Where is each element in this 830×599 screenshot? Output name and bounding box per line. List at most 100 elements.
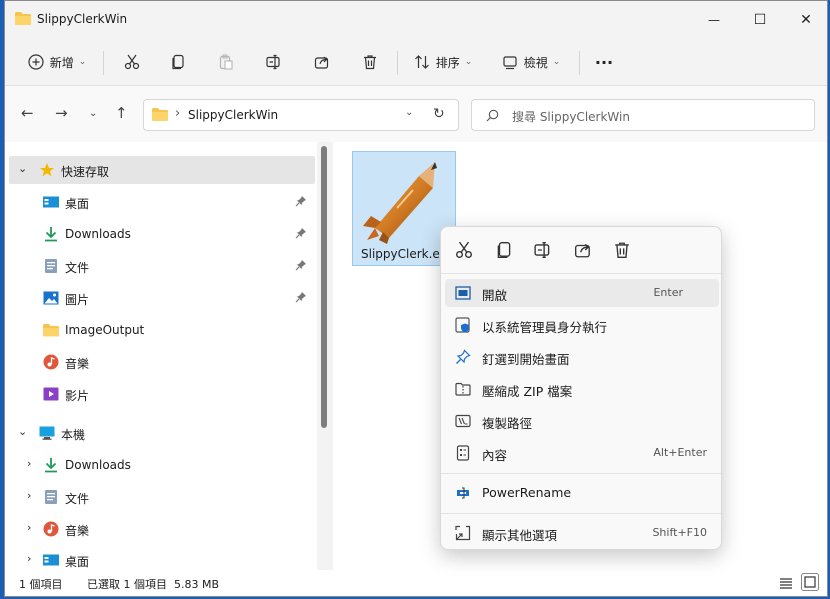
navigation-pane: ⌄ 快速存取 桌面 Downloads 文件 圖片 ImageOutput 音樂…: [5, 142, 317, 570]
menu-item-properties[interactable]: 內容 Alt+Enter: [445, 439, 719, 467]
pin-icon[interactable]: [295, 227, 307, 239]
rename-icon[interactable]: [534, 241, 552, 259]
menu-item-pin-to-start[interactable]: 釘選到開始畫面: [445, 343, 719, 371]
sidebar-item-imageoutput[interactable]: ImageOutput: [9, 316, 315, 344]
tiles-view-icon[interactable]: [801, 573, 819, 591]
menu-item-powerrename[interactable]: PowerRename: [445, 479, 719, 507]
new-button[interactable]: 新增 ⌄: [21, 47, 93, 77]
new-plus-icon: [28, 54, 44, 70]
sidebar-item-pc-documents[interactable]: › 文件: [9, 483, 315, 511]
sidebar-item-pc-music[interactable]: › 音樂: [9, 515, 315, 543]
delete-icon[interactable]: [613, 241, 631, 259]
share-button[interactable]: [307, 47, 337, 77]
breadcrumb-folder[interactable]: SlippyClerkWin: [188, 108, 278, 122]
close-button[interactable]: ✕: [783, 1, 827, 39]
back-button[interactable]: ←: [21, 104, 34, 122]
menu-item-label: 複製路徑: [482, 416, 533, 431]
menu-item-show-more-options[interactable]: 顯示其他選項 Shift+F10: [445, 519, 719, 547]
minimize-button[interactable]: —: [691, 1, 737, 39]
sort-button[interactable]: 排序 ⌄: [407, 47, 479, 77]
menu-item-run-as-admin[interactable]: 以系統管理員身分執行: [445, 311, 719, 339]
sidebar-item-downloads[interactable]: Downloads: [9, 220, 315, 248]
documents-icon: [45, 490, 57, 504]
star-icon: [40, 163, 54, 177]
menu-item-label: 開啟: [482, 288, 508, 303]
pin-icon[interactable]: [295, 291, 307, 303]
refresh-icon[interactable]: ↻: [433, 106, 445, 122]
view-icon: [503, 56, 517, 70]
details-view-icon[interactable]: [779, 576, 793, 590]
breadcrumb-separator: ›: [175, 106, 181, 121]
divider: [579, 51, 580, 75]
more-icon: ···: [594, 52, 614, 72]
open-icon: [455, 286, 471, 300]
sidebar-item-this-pc[interactable]: ⌄ 本機: [9, 419, 315, 447]
sidebar-item-pc-downloads[interactable]: › Downloads: [9, 451, 315, 479]
menu-item-compress-zip[interactable]: 壓縮成 ZIP 檔案: [445, 375, 719, 403]
sidebar-item-pictures[interactable]: 圖片: [9, 284, 315, 312]
download-icon: [45, 227, 57, 242]
download-icon: [45, 458, 57, 473]
up-button[interactable]: ↑: [115, 104, 128, 122]
chevron-right-icon[interactable]: ›: [27, 457, 31, 470]
selection-info: 已選取 1 個項目 5.83 MB: [87, 578, 220, 591]
menu-item-copy-path[interactable]: 複製路徑: [445, 407, 719, 435]
copy-path-icon: [455, 414, 471, 428]
rename-button[interactable]: [259, 47, 289, 77]
sidebar-item-label: 音樂: [65, 524, 90, 538]
chevron-down-icon: ⌄: [552, 57, 561, 67]
item-count: 1 個項目: [19, 578, 63, 591]
sidebar-scrollbar[interactable]: [321, 146, 327, 428]
recent-locations-button[interactable]: ⌄: [89, 108, 97, 119]
chevron-right-icon[interactable]: ›: [27, 552, 31, 565]
more-button[interactable]: ···: [589, 47, 619, 77]
arrow-right-icon: →: [55, 104, 68, 122]
sidebar-item-label: 音樂: [65, 357, 90, 371]
copy-button[interactable]: [163, 47, 193, 77]
sidebar-item-documents[interactable]: 文件: [9, 252, 315, 280]
sidebar-item-quick-access[interactable]: ⌄ 快速存取: [9, 156, 315, 184]
address-bar[interactable]: › SlippyClerkWin ⌄ ↻: [143, 99, 459, 131]
menu-item-shortcut: Alt+Enter: [653, 446, 707, 459]
sidebar-item-videos[interactable]: 影片: [9, 380, 315, 408]
copy-icon: [172, 54, 184, 70]
pin-icon[interactable]: [295, 259, 307, 271]
search-box[interactable]: 搜尋 SlippyClerkWin: [471, 99, 815, 131]
share-icon[interactable]: [574, 241, 592, 259]
cut-button[interactable]: [117, 47, 147, 77]
paste-icon: [219, 54, 233, 70]
copy-icon[interactable]: [495, 241, 513, 259]
menu-item-open[interactable]: 開啟 Enter: [445, 279, 719, 307]
address-row: ← → ⌄ ↑ › SlippyClerkWin ⌄ ↻ 搜尋 SlippyCl…: [5, 86, 827, 142]
pin-icon[interactable]: [295, 195, 307, 207]
videos-icon: [43, 387, 59, 401]
chevron-down-icon: ⌄: [89, 108, 98, 119]
shield-icon: [455, 317, 470, 333]
forward-button[interactable]: →: [55, 104, 68, 122]
powerrename-icon: [457, 487, 469, 499]
maximize-icon: ☐: [753, 12, 767, 28]
view-button[interactable]: 檢視 ⌄: [495, 47, 567, 77]
paste-button[interactable]: [211, 47, 241, 77]
sidebar-item-music[interactable]: 音樂: [9, 348, 315, 376]
chevron-right-icon[interactable]: ›: [27, 521, 31, 534]
menu-item-label: 釘選到開始畫面: [482, 352, 570, 367]
context-quick-actions: [441, 227, 721, 273]
address-dropdown-icon[interactable]: ⌄: [405, 107, 413, 118]
pictures-icon: [43, 291, 59, 305]
more-options-icon: [455, 525, 471, 541]
desktop-icon: [43, 196, 59, 208]
sidebar-item-desktop[interactable]: 桌面: [9, 188, 315, 216]
status-bar: 1 個項目 已選取 1 個項目 5.83 MB: [5, 570, 827, 596]
music-icon: [43, 521, 59, 537]
desktop-icon: [43, 554, 59, 566]
menu-item-shortcut: Shift+F10: [652, 526, 707, 539]
chevron-right-icon[interactable]: ›: [27, 489, 31, 502]
chevron-down-icon: ⌄: [78, 57, 87, 67]
sidebar-item-label: 快速存取: [61, 165, 110, 179]
maximize-button[interactable]: ☐: [737, 1, 783, 39]
menu-item-label: 顯示其他選項: [482, 528, 558, 543]
menu-item-label: 壓縮成 ZIP 檔案: [482, 384, 573, 399]
delete-button[interactable]: [355, 47, 385, 77]
cut-icon[interactable]: [455, 241, 473, 259]
